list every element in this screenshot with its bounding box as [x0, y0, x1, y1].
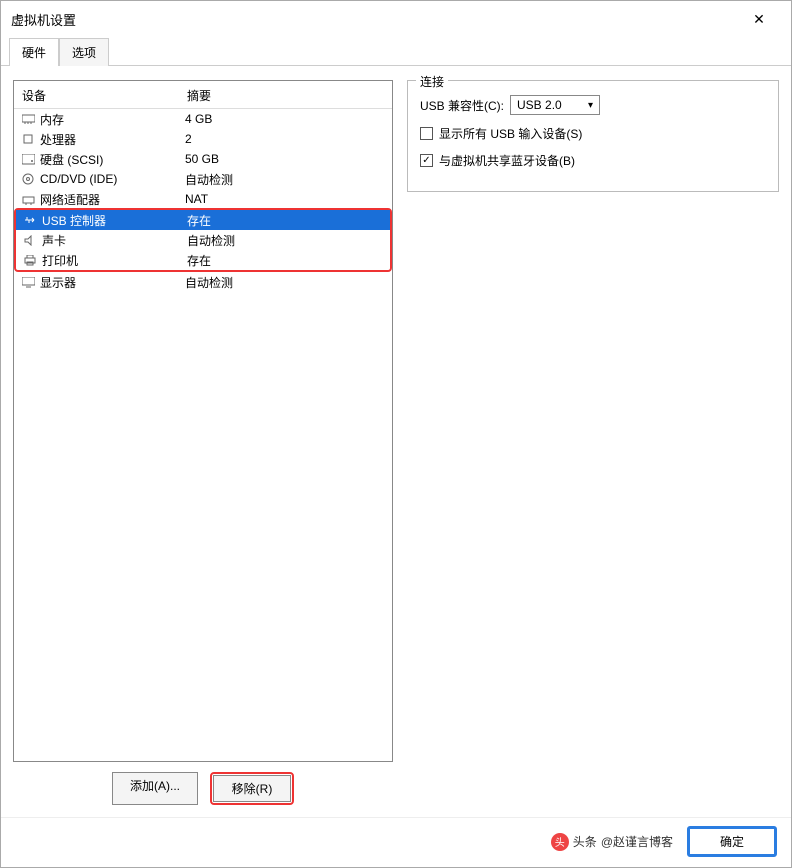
- remove-button[interactable]: 移除(R): [213, 775, 291, 802]
- attribution: 头 头条 @赵谨言博客: [551, 833, 673, 851]
- row-summary: 存在: [187, 252, 384, 269]
- row-label: 声卡: [42, 232, 187, 249]
- share-bt-label: 与虚拟机共享蓝牙设备(B): [439, 152, 575, 169]
- col-summary: 摘要: [187, 87, 384, 104]
- tab-bar: 硬件 选项: [1, 35, 791, 66]
- row-label: USB 控制器: [42, 212, 187, 229]
- usb-icon: [22, 213, 38, 227]
- row-usb[interactable]: USB 控制器 存在: [16, 210, 390, 230]
- hardware-rows: 内存 4 GB 处理器 2 硬盘 (SCSI) 50 GB: [14, 109, 392, 292]
- row-sound[interactable]: 声卡 自动检测: [16, 230, 390, 250]
- group-legend: 连接: [416, 73, 448, 90]
- cd-icon: [20, 172, 36, 186]
- show-all-row[interactable]: 显示所有 USB 输入设备(S): [420, 125, 766, 142]
- ok-button[interactable]: 确定: [689, 828, 775, 855]
- row-cpu[interactable]: 处理器 2: [14, 129, 392, 149]
- add-button[interactable]: 添加(A)...: [112, 772, 198, 805]
- titlebar: 虚拟机设置: [1, 1, 791, 35]
- row-label: 打印机: [42, 252, 187, 269]
- row-network[interactable]: 网络适配器 NAT: [14, 189, 392, 209]
- network-icon: [20, 192, 36, 206]
- attr-prefix: 头条: [573, 833, 597, 850]
- row-label: 硬盘 (SCSI): [40, 151, 185, 168]
- content-area: 设备 摘要 内存 4 GB 处理器 2: [1, 66, 791, 817]
- show-all-label: 显示所有 USB 输入设备(S): [439, 125, 582, 142]
- memory-icon: [20, 112, 36, 126]
- row-label: CD/DVD (IDE): [40, 172, 185, 186]
- connection-group: 连接 USB 兼容性(C): USB 2.0 显示所有 USB 输入设备(S) …: [407, 80, 779, 192]
- row-summary: 存在: [187, 212, 384, 229]
- detail-pane: 连接 USB 兼容性(C): USB 2.0 显示所有 USB 输入设备(S) …: [407, 80, 779, 811]
- row-label: 处理器: [40, 131, 185, 148]
- ok-highlight: 确定: [687, 826, 777, 857]
- close-icon[interactable]: [737, 7, 781, 31]
- row-display[interactable]: 显示器 自动检测: [14, 272, 392, 292]
- share-bt-checkbox[interactable]: [420, 154, 433, 167]
- compat-row: USB 兼容性(C): USB 2.0: [420, 95, 766, 115]
- cpu-icon: [20, 132, 36, 146]
- hardware-pane: 设备 摘要 内存 4 GB 处理器 2: [13, 80, 393, 811]
- row-label: 显示器: [40, 274, 185, 291]
- hardware-list: 设备 摘要 内存 4 GB 处理器 2: [13, 80, 393, 762]
- compat-value: USB 2.0: [517, 98, 562, 112]
- col-device: 设备: [22, 87, 187, 104]
- compat-label: USB 兼容性(C):: [420, 97, 504, 114]
- row-label: 内存: [40, 111, 185, 128]
- printer-icon: [22, 253, 38, 267]
- row-summary: 50 GB: [185, 152, 386, 166]
- row-label: 网络适配器: [40, 191, 185, 208]
- tab-hardware[interactable]: 硬件: [9, 38, 59, 66]
- add-remove-bar: 添加(A)... 移除(R): [13, 762, 393, 811]
- row-summary: 自动检测: [187, 232, 384, 249]
- highlight-remove: 移除(R): [210, 772, 294, 805]
- row-memory[interactable]: 内存 4 GB: [14, 109, 392, 129]
- tab-options[interactable]: 选项: [59, 38, 109, 66]
- disk-icon: [20, 152, 36, 166]
- share-bt-row[interactable]: 与虚拟机共享蓝牙设备(B): [420, 152, 766, 169]
- highlight-red-box: USB 控制器 存在 声卡 自动检测 打印机 存在: [14, 208, 392, 272]
- row-disk[interactable]: 硬盘 (SCSI) 50 GB: [14, 149, 392, 169]
- toutiao-icon: 头: [551, 833, 569, 851]
- row-summary: 自动检测: [185, 171, 386, 188]
- window-title: 虚拟机设置: [11, 10, 76, 29]
- row-summary: 自动检测: [185, 274, 386, 291]
- compat-select[interactable]: USB 2.0: [510, 95, 600, 115]
- sound-icon: [22, 233, 38, 247]
- vm-settings-window: 虚拟机设置 硬件 选项 设备 摘要 内存 4 GB: [0, 0, 792, 868]
- show-all-checkbox[interactable]: [420, 127, 433, 140]
- row-cddvd[interactable]: CD/DVD (IDE) 自动检测: [14, 169, 392, 189]
- row-summary: 4 GB: [185, 112, 386, 126]
- footer: 头 头条 @赵谨言博客 确定: [1, 817, 791, 867]
- row-printer[interactable]: 打印机 存在: [16, 250, 390, 270]
- row-summary: 2: [185, 132, 386, 146]
- row-summary: NAT: [185, 192, 386, 206]
- display-icon: [20, 275, 36, 289]
- hardware-list-header: 设备 摘要: [14, 81, 392, 109]
- attr-handle: @赵谨言博客: [601, 833, 673, 850]
